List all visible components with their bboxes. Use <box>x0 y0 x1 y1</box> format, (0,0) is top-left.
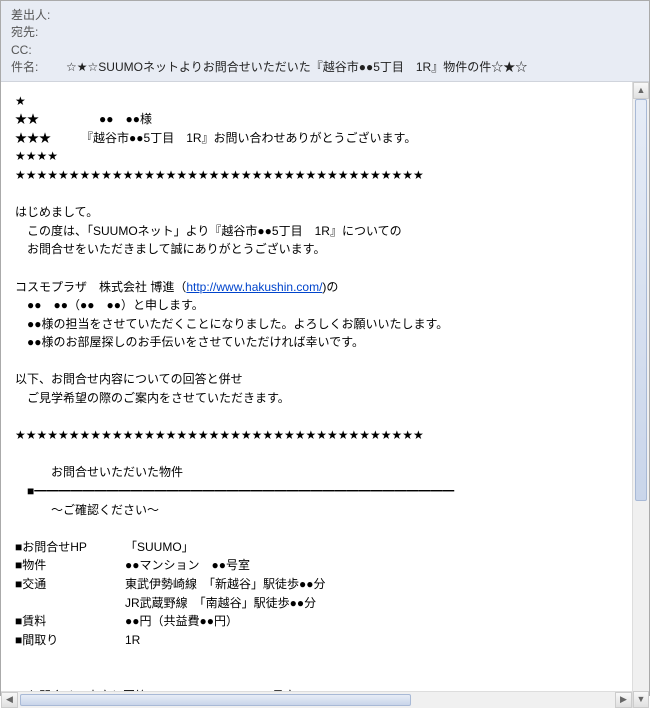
company-prefix: コスモプラザ 株式会社 博進（ <box>15 280 186 294</box>
inq-sub: ～ご確認ください～ <box>15 501 623 520</box>
customer-name: ●● ●●様 <box>99 112 152 126</box>
layout-value: 1R <box>125 633 140 647</box>
rent-value: ●●円（共益費●●円） <box>125 614 238 628</box>
prop-value: ●●マンション ●●号室 <box>125 558 250 572</box>
intro3: お問合せをいただきまして誠にありがとうございます。 <box>15 240 623 259</box>
to-label: 宛先: <box>11 24 66 41</box>
row-hp: ■お問合せHP「SUUMO」 <box>15 538 623 557</box>
stars-bar: ★★★★★★★★★★★★★★★★★★★★★★★★★★★★★★★★★★★★★★ <box>15 166 623 185</box>
below2: ご見学希望の際のご案内をさせていただきます。 <box>15 389 623 408</box>
from-label: 差出人: <box>11 7 66 24</box>
hp-value: 「SUUMO」 <box>125 540 194 554</box>
subject-value: ☆★☆SUUMOネットよりお問合せいただいた『越谷市●●5丁目 1R』物件の件☆… <box>66 59 639 76</box>
trans-value2: JR武蔵野線 「南越谷」駅徒歩●●分 <box>125 596 316 610</box>
hp-label: ■お問合せHP <box>15 538 125 557</box>
rep1: ●● ●●（●● ●●）と申します。 <box>15 296 623 315</box>
body-stars4: ★★★★ <box>15 147 623 166</box>
trans-label: ■交通 <box>15 575 125 594</box>
row-prop: ■物件●●マンション ●●号室 <box>15 556 623 575</box>
h-thumb[interactable] <box>20 694 411 706</box>
inq-title: お問合せいただいた物件 <box>15 463 623 482</box>
horizontal-scrollbar[interactable]: ◀ ▶ <box>1 691 632 708</box>
cc-value <box>66 42 639 59</box>
body-line-thanks: ★★★ 『越谷市●●5丁目 1R』お問い合わせありがとうございます。 <box>15 129 623 148</box>
v-thumb[interactable] <box>635 99 647 502</box>
from-value <box>66 7 639 24</box>
company-link[interactable]: http://www.hakushin.com/ <box>186 280 322 294</box>
scroll-left-icon[interactable]: ◀ <box>1 692 18 708</box>
scroll-right-icon[interactable]: ▶ <box>615 692 632 708</box>
body-line-name: ★★ ●● ●●様 <box>15 110 623 129</box>
layout-label: ■間取り <box>15 631 125 650</box>
rep3: ●●様のお部屋探しのお手伝いをさせていただければ幸いです。 <box>15 333 623 352</box>
scroll-down-icon[interactable]: ▼ <box>633 691 649 708</box>
body-wrap: ★ ★★ ●● ●●様 ★★★ 『越谷市●●5丁目 1R』お問い合わせありがとう… <box>1 82 649 708</box>
intro1: はじめまして。 <box>15 203 623 222</box>
inq-bar: ■━━━━━━━━━━━━━━━━━━━━━━━━━━━━━━━━━━━ <box>15 482 623 501</box>
scroll-up-icon[interactable]: ▲ <box>633 82 649 99</box>
stars-bar-2: ★★★★★★★★★★★★★★★★★★★★★★★★★★★★★★★★★★★★★★ <box>15 426 623 445</box>
company-suffix: )の <box>322 280 338 294</box>
email-body: ★ ★★ ●● ●●様 ★★★ 『越谷市●●5丁目 1R』お問い合わせありがとう… <box>1 82 649 708</box>
stars2-prefix: ★★ <box>15 112 39 126</box>
subject-label: 件名: <box>11 59 66 76</box>
email-header: 差出人: 宛先: CC: 件名: ☆★☆SUUMOネットよりお問合せいただいた『… <box>1 1 649 82</box>
body-stars1: ★ <box>15 92 623 111</box>
intro2: この度は、「SUUMOネット」より『越谷市●●5丁目 1R』についての <box>15 222 623 241</box>
to-value <box>66 24 639 41</box>
row-rent: ■賃料●●円（共益費●●円） <box>15 612 623 631</box>
company-line: コスモプラザ 株式会社 博進（http://www.hakushin.com/)… <box>15 278 623 297</box>
cc-label: CC: <box>11 42 66 59</box>
rep2: ●●様の担当をさせていただくことになりました。よろしくお願いいたします。 <box>15 315 623 334</box>
row-layout: ■間取り1R <box>15 631 623 650</box>
prop-label: ■物件 <box>15 556 125 575</box>
trans-value1: 東武伊勢崎線 「新越谷」駅徒歩●●分 <box>125 577 326 591</box>
rent-label: ■賃料 <box>15 612 125 631</box>
v-track[interactable] <box>633 99 649 691</box>
thanks-msg: 『越谷市●●5丁目 1R』お問い合わせありがとうございます。 <box>87 131 416 145</box>
row-trans: ■交通東武伊勢崎線 「新越谷」駅徒歩●●分 <box>15 575 623 594</box>
vertical-scrollbar[interactable]: ▲ ▼ <box>632 82 649 708</box>
stars3-prefix: ★★★ <box>15 131 51 145</box>
row-trans2: JR武蔵野線 「南越谷」駅徒歩●●分 <box>15 594 623 613</box>
below1: 以下、お問合せ内容についての回答と併せ <box>15 370 623 389</box>
